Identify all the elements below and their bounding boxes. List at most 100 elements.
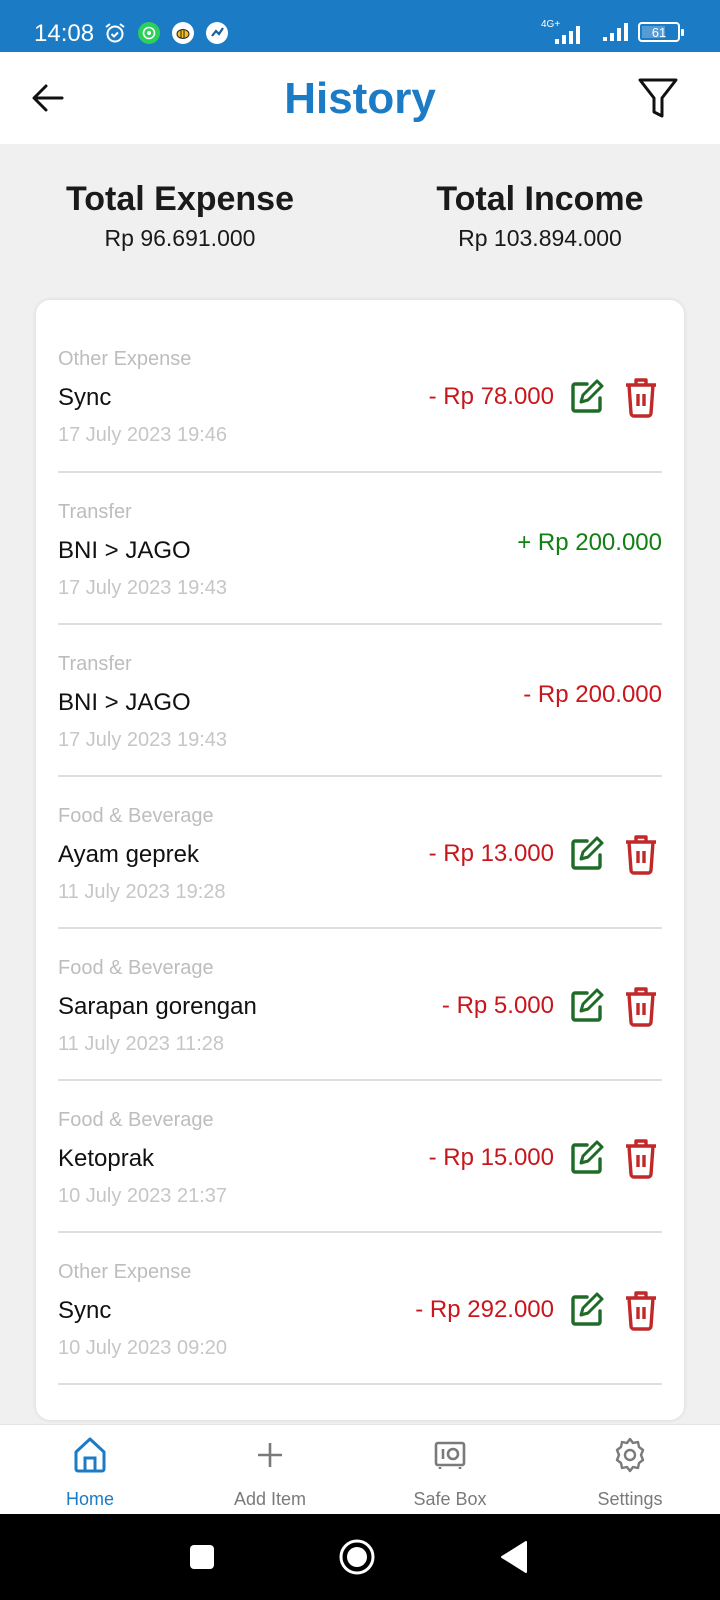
nav-add-item-label: Add Item: [233, 1489, 307, 1509]
transaction-amount: - Rp 200.000: [523, 681, 662, 708]
transaction-actions: - Rp 5.000: [442, 985, 662, 1027]
trash-icon: [626, 1291, 656, 1331]
nav-home-label: Home: [65, 1489, 114, 1509]
delete-button[interactable]: [620, 985, 662, 1027]
transaction-category: Food & Beverage: [58, 1109, 214, 1131]
delete-button[interactable]: [620, 376, 662, 418]
nav-settings-label: Settings: [597, 1489, 663, 1509]
transaction-name: BNI > JAGO: [58, 537, 191, 564]
transaction-date: 11 July 2023 19:28: [58, 881, 226, 903]
transaction-actions: - Rp 13.000: [429, 833, 662, 875]
delete-button[interactable]: [620, 833, 662, 875]
battery-icon: 61: [638, 22, 684, 42]
plus-icon: [250, 1435, 290, 1475]
signal-bars-icon: [555, 26, 580, 44]
system-navigation-bar: [0, 1514, 720, 1600]
total-income-value: Rp 103.894.000: [458, 225, 622, 251]
transaction-date: 17 July 2023 19:43: [58, 729, 228, 751]
transaction-category: Food & Beverage: [58, 957, 214, 979]
battery-level: 61: [651, 24, 667, 40]
transaction-date: 11 July 2023 11:28: [58, 1033, 225, 1055]
transaction-item[interactable]: Food & Beverage Sarapan gorengan 11 July…: [58, 929, 662, 1081]
edit-button[interactable]: [566, 1289, 608, 1331]
transaction-list: Other Expense Sync 17 July 2023 19:46 - …: [36, 300, 684, 1420]
transaction-date: 10 July 2023 09:20: [58, 1337, 228, 1359]
transaction-amount: + Rp 200.000: [517, 529, 662, 556]
alarm-icon: [104, 22, 126, 44]
app-bar: History: [0, 52, 720, 144]
back-triangle-icon: [501, 1541, 527, 1573]
cellular-signal-1: 4G+: [541, 20, 593, 44]
transaction-actions: - Rp 15.000: [429, 1137, 662, 1179]
total-expense-value: Rp 96.691.000: [104, 225, 256, 251]
nav-safe-box-label: Safe Box: [413, 1489, 487, 1509]
totals-summary: Total Expense Rp 96.691.000 Total Income…: [0, 180, 720, 252]
nav-settings[interactable]: Settings: [540, 1425, 720, 1514]
edit-button[interactable]: [566, 833, 608, 875]
status-right: 4G+ 61: [541, 20, 684, 44]
transaction-item[interactable]: Transfer BNI > JAGO 17 July 2023 19:43 -…: [58, 625, 662, 777]
transaction-item[interactable]: Other Expense Sync 10 July 2023 09:20 - …: [58, 1233, 662, 1385]
transaction-amount: - Rp 5.000: [441, 992, 554, 1019]
delete-button[interactable]: [620, 1137, 662, 1179]
home-icon: [70, 1435, 110, 1475]
home-system-button[interactable]: [330, 1514, 384, 1600]
page-title: History: [284, 74, 436, 123]
trash-icon: [626, 1139, 656, 1179]
transaction-actions: + Rp 200.000: [517, 529, 662, 557]
transaction-actions: - Rp 292.000: [415, 1289, 662, 1331]
transaction-category: Transfer: [58, 653, 132, 675]
filter-icon: [638, 78, 678, 118]
edit-icon: [571, 379, 604, 413]
transaction-date: 17 July 2023 19:46: [58, 424, 228, 446]
transaction-name: Ayam geprek: [58, 841, 199, 868]
filter-button[interactable]: [636, 76, 680, 120]
transaction-item[interactable]: Food & Beverage Ketoprak 10 July 2023 21…: [58, 1081, 662, 1233]
transaction-name: Ketoprak: [58, 1145, 155, 1172]
edit-button[interactable]: [566, 376, 608, 418]
recents-button[interactable]: [182, 1514, 222, 1600]
transaction-actions: - Rp 78.000: [429, 376, 662, 418]
transaction-category: Food & Beverage: [58, 805, 214, 827]
bee-app-icon: [172, 22, 194, 44]
transaction-amount: - Rp 13.000: [428, 840, 554, 867]
whatsapp-icon: [138, 22, 160, 44]
bottom-navigation: Home Add Item Safe Box Settings: [0, 1424, 720, 1514]
signal-bars-2-icon: [603, 23, 628, 41]
transaction-date: 10 July 2023 21:37: [58, 1185, 228, 1207]
transaction-category: Transfer: [58, 501, 132, 523]
transaction-item[interactable]: Food & Beverage Ayam geprek 11 July 2023…: [58, 777, 662, 929]
status-time: 14:08: [34, 20, 95, 47]
trash-icon: [626, 835, 656, 875]
recents-icon: [190, 1545, 214, 1569]
transaction-actions: - Rp 200.000: [523, 681, 662, 709]
total-expense-label: Total Expense: [66, 180, 294, 218]
trash-icon: [626, 378, 656, 418]
edit-icon: [571, 1292, 604, 1326]
edit-button[interactable]: [566, 1137, 608, 1179]
nav-home[interactable]: Home: [0, 1425, 180, 1514]
total-income: Total Income Rp 103.894.000: [360, 180, 720, 252]
transaction-date: 17 July 2023 19:43: [58, 577, 228, 599]
nav-add-item[interactable]: Add Item: [180, 1425, 360, 1514]
transaction-item[interactable]: Other Expense Sync 17 July 2023 19:46 - …: [58, 320, 662, 473]
transaction-item[interactable]: Transfer BNI > JAGO 17 July 2023 19:43 +…: [58, 473, 662, 625]
home-circle-icon: [339, 1539, 375, 1575]
transaction-name: Sarapan gorengan: [58, 993, 257, 1020]
notification-icons: [104, 22, 228, 44]
transaction-amount: - Rp 15.000: [428, 1144, 554, 1171]
delete-button[interactable]: [620, 1289, 662, 1331]
transaction-name: Sync: [58, 1297, 112, 1324]
edit-button[interactable]: [566, 985, 608, 1027]
gear-icon: [610, 1435, 650, 1475]
nav-safe-box[interactable]: Safe Box: [360, 1425, 540, 1514]
transaction-category: Other Expense: [58, 1261, 192, 1283]
edit-icon: [571, 1140, 604, 1174]
safe-box-icon: [430, 1435, 470, 1475]
back-system-button[interactable]: [494, 1514, 534, 1600]
trash-icon: [626, 987, 656, 1027]
transaction-name: BNI > JAGO: [58, 689, 191, 716]
transaction-name: Sync: [58, 384, 112, 411]
edit-icon: [571, 988, 604, 1022]
transaction-category: Other Expense: [58, 348, 192, 370]
